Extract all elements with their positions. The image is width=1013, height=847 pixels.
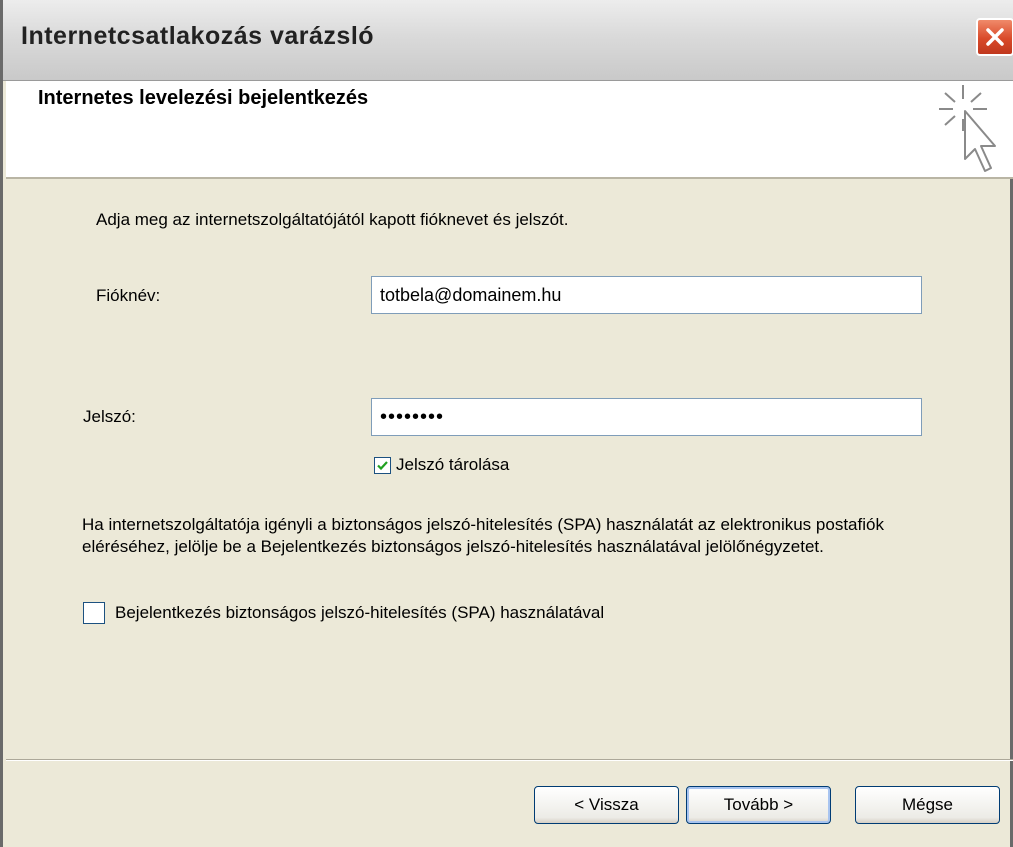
remember-password-option[interactable]: Jelszó tárolása [374, 455, 509, 475]
footer-divider [6, 759, 1013, 761]
spa-checkbox[interactable] [83, 602, 105, 624]
spa-description: Ha internetszolgáltatója igényli a bizto… [82, 515, 884, 556]
password-input[interactable] [371, 398, 922, 436]
intro-text: Adja meg az internetszolgáltatójától kap… [96, 210, 569, 229]
window-title: Internetcsatlakozás varázsló [21, 22, 375, 50]
wizard-header: Internetes levelezési bejelentkezés [6, 81, 1013, 179]
account-name-input[interactable] [371, 276, 922, 314]
back-button[interactable]: < Vissza [534, 786, 679, 824]
password-label: Jelszó: [83, 407, 136, 426]
next-button[interactable]: Tovább > [686, 786, 831, 824]
remember-password-label: Jelszó tárolása [396, 455, 510, 474]
title-bar[interactable]: Internetcsatlakozás varázsló [3, 0, 1013, 81]
spa-checkbox-label: Bejelentkezés biztonságos jelszó-hiteles… [115, 603, 605, 622]
checkmark-icon [377, 460, 388, 470]
cancel-button[interactable]: Mégse [855, 786, 1000, 824]
spa-option[interactable]: Bejelentkezés biztonságos jelszó-hiteles… [83, 602, 604, 624]
wizard-cursor-icon [939, 85, 996, 172]
remember-password-checkbox[interactable] [374, 456, 391, 474]
close-icon [986, 28, 1004, 46]
close-button[interactable] [976, 18, 1013, 56]
page-title: Internetes levelezési bejelentkezés [38, 87, 369, 109]
account-name-label: Fióknév: [96, 286, 161, 305]
wizard-window: Internetcsatlakozás varázsló Internetes … [0, 0, 1013, 847]
